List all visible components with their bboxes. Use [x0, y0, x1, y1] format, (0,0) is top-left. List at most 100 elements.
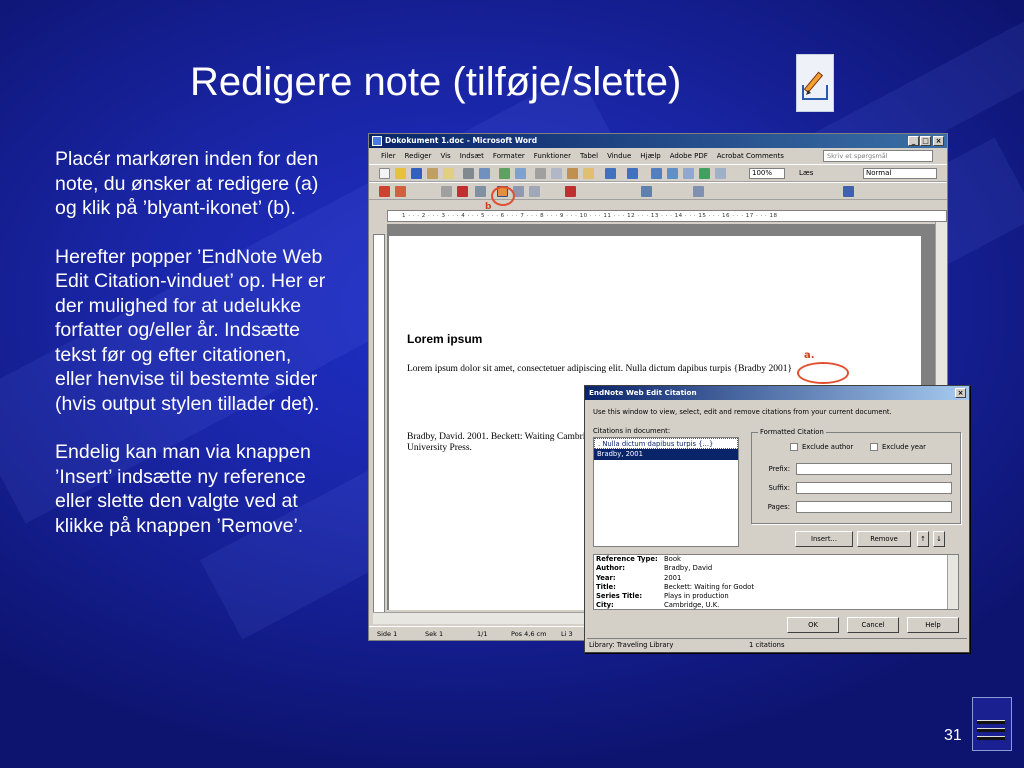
- instruction-paragraph: Placér markøren inden for den note, du ø…: [55, 148, 319, 219]
- menu-vindue[interactable]: Vindue: [607, 152, 631, 160]
- status-section: Sek 1: [425, 630, 444, 638]
- reference-value: Beckett: Waiting for Godot: [664, 582, 754, 591]
- style-select[interactable]: Normal: [863, 168, 937, 179]
- suffix-input[interactable]: [796, 482, 952, 494]
- horizontal-ruler[interactable]: 1 · · · 2 · · · 3 · · · 4 · · · 5 · · · …: [387, 210, 947, 222]
- redo-icon[interactable]: [627, 168, 638, 179]
- form-icon[interactable]: [693, 186, 704, 197]
- endnote-web-icon[interactable]: [457, 186, 468, 197]
- reference-row: Reference Type: Book: [594, 555, 958, 564]
- remove-button[interactable]: Remove: [857, 531, 911, 547]
- reference-row: Series Title: Plays in production: [594, 592, 958, 601]
- email-icon[interactable]: [443, 168, 454, 179]
- reference-key: Series Title:: [596, 592, 643, 601]
- status-page: Side 1: [377, 630, 398, 638]
- paste-icon[interactable]: [567, 168, 578, 179]
- format-bibliography-icon[interactable]: [475, 186, 486, 197]
- drawing-icon[interactable]: [641, 186, 652, 197]
- permission-icon[interactable]: [427, 168, 438, 179]
- citation-item[interactable]: . Nulla dictum dapibus turpis {...}: [594, 438, 738, 449]
- ok-button[interactable]: OK: [787, 617, 839, 633]
- read-button[interactable]: Læs: [799, 169, 813, 177]
- move-down-button[interactable]: ↓: [933, 531, 945, 547]
- dialog-close-button[interactable]: ×: [955, 388, 966, 398]
- reference-row: City: Cambridge, U.K.: [594, 601, 958, 609]
- cancel-button[interactable]: Cancel: [847, 617, 899, 633]
- menu-line: [977, 720, 1005, 724]
- reference-details[interactable]: Reference Type: Book Author: Bradby, David…: [593, 554, 959, 610]
- columns-icon[interactable]: [715, 168, 726, 179]
- exclude-author-checkbox[interactable]: Exclude author: [790, 443, 853, 451]
- exclude-year-checkbox[interactable]: Exclude year: [870, 443, 926, 451]
- annotation-label-a: a.: [804, 350, 815, 361]
- minimize-button[interactable]: _: [908, 136, 919, 146]
- slide-menu-icon[interactable]: [972, 697, 1012, 751]
- prefix-row: Prefix:: [760, 463, 952, 475]
- close-button[interactable]: ×: [933, 136, 944, 146]
- zoom-select[interactable]: 100%: [749, 168, 785, 179]
- status-pages: 1/1: [477, 630, 488, 638]
- help-button[interactable]: Help: [907, 617, 959, 633]
- pages-input[interactable]: [796, 501, 952, 513]
- doc-heading: Lorem ipsum: [407, 332, 483, 346]
- insert-button[interactable]: Insert...: [795, 531, 853, 547]
- wordart-icon[interactable]: [843, 186, 854, 197]
- standard-toolbar: 100% Læs Normal: [369, 164, 947, 182]
- menu-filer[interactable]: Filer: [381, 152, 396, 160]
- prefix-input[interactable]: [796, 463, 952, 475]
- slide-title: Redigere note (tilføje/slette): [190, 60, 682, 104]
- find-citation-icon[interactable]: [441, 186, 452, 197]
- print-preview-icon[interactable]: [479, 168, 490, 179]
- save-icon[interactable]: [411, 168, 422, 179]
- citation-item-selected[interactable]: Bradby, 2001: [594, 449, 738, 460]
- pdf-email-icon[interactable]: [395, 186, 406, 197]
- pencil-edit-icon: [796, 54, 834, 112]
- menu-hjaelp[interactable]: Hjælp: [640, 152, 660, 160]
- copy-icon[interactable]: [551, 168, 562, 179]
- reference-value: Bradby, David: [664, 564, 713, 573]
- undo-icon[interactable]: [605, 168, 616, 179]
- doc-paragraph[interactable]: Lorem ipsum dolor sit amet, consectetuer…: [407, 364, 847, 375]
- pages-row: Pages:: [760, 501, 952, 513]
- reference-scrollbar[interactable]: [947, 555, 958, 609]
- move-up-button[interactable]: ↑: [917, 531, 929, 547]
- prefix-label: Prefix:: [768, 465, 790, 473]
- menu-formater[interactable]: Formater: [493, 152, 525, 160]
- reference-value: Book: [664, 555, 681, 563]
- menu-rediger[interactable]: Rediger: [405, 152, 432, 160]
- cut-icon[interactable]: [535, 168, 546, 179]
- spelling-icon[interactable]: [499, 168, 510, 179]
- annotation-circle-b: [491, 186, 515, 206]
- insert-excel-icon[interactable]: [699, 168, 710, 179]
- hyperlink-icon[interactable]: [651, 168, 662, 179]
- menu-funktioner[interactable]: Funktioner: [534, 152, 571, 160]
- insert-table-icon[interactable]: [683, 168, 694, 179]
- citation-count: 1 citations: [749, 641, 785, 649]
- format-painter-icon[interactable]: [583, 168, 594, 179]
- maximize-button[interactable]: □: [920, 136, 931, 146]
- endnote-preferences-icon[interactable]: [565, 186, 576, 197]
- new-doc-icon[interactable]: [379, 168, 390, 179]
- suffix-row: Suffix:: [760, 482, 952, 494]
- menu-tabel[interactable]: Tabel: [580, 152, 598, 160]
- reference-row: Year: 2001: [594, 574, 958, 583]
- menu-indsaet[interactable]: Indsæt: [460, 152, 484, 160]
- ask-question-input[interactable]: Skriv et spørgsmål: [823, 150, 933, 162]
- menu-acrobat-comments[interactable]: Acrobat Comments: [717, 152, 784, 160]
- citations-label: Citations in document:: [593, 427, 671, 435]
- open-icon[interactable]: [395, 168, 406, 179]
- print-icon[interactable]: [463, 168, 474, 179]
- citations-list[interactable]: . Nulla dictum dapibus turpis {...} Brad…: [593, 437, 739, 547]
- word-titlebar: Dokokument 1.doc - Microsoft Word _ □ ×: [369, 134, 947, 148]
- menu-vis[interactable]: Vis: [440, 152, 450, 160]
- instruction-paragraph: Endelig kan man via knappen ’Insert’ ind…: [55, 441, 311, 537]
- tables-icon[interactable]: [667, 168, 678, 179]
- checkbox-box[interactable]: [790, 443, 798, 451]
- research-icon[interactable]: [515, 168, 526, 179]
- reference-key: Year:: [596, 573, 616, 582]
- menu-adobe-pdf[interactable]: Adobe PDF: [670, 152, 708, 160]
- pdf-convert-icon[interactable]: [379, 186, 390, 197]
- checkbox-box[interactable]: [870, 443, 878, 451]
- reference-value: 2001: [664, 573, 682, 582]
- remove-field-codes-icon[interactable]: [529, 186, 540, 197]
